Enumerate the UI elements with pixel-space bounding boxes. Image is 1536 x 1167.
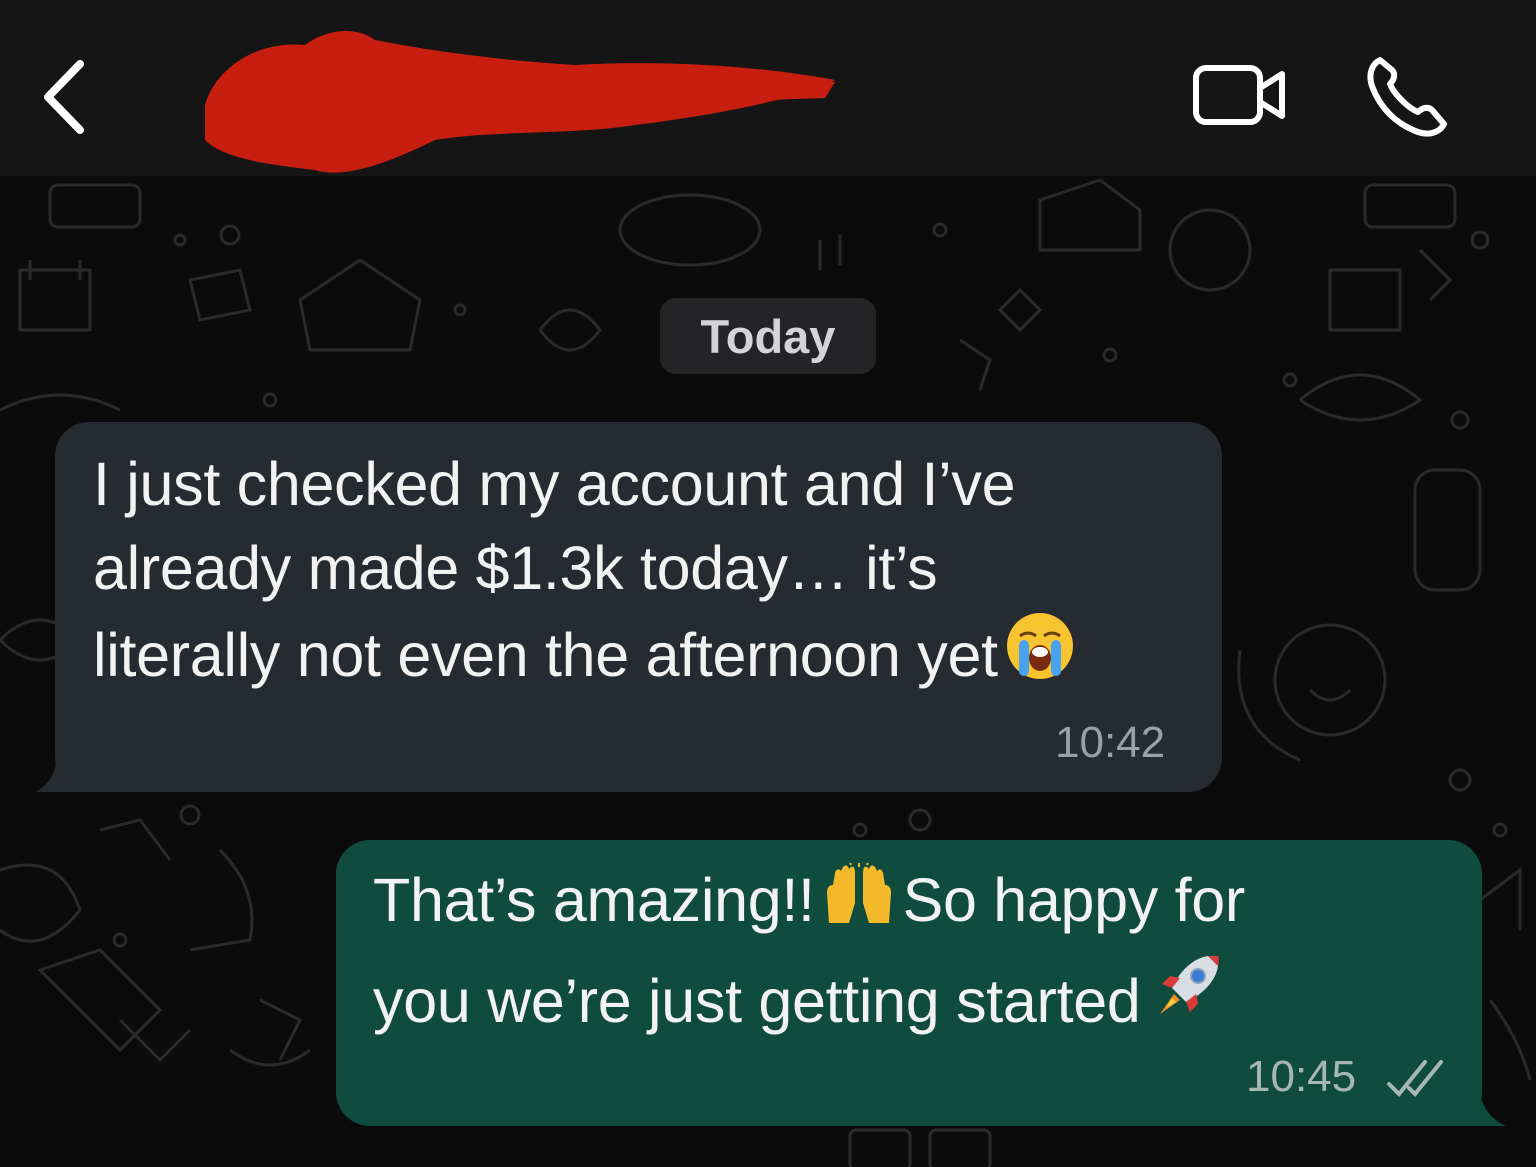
- message-line: literally not even the afternoon yet: [93, 621, 998, 689]
- chevron-left-icon[interactable]: [30, 52, 100, 142]
- message-text-part: you we’re just getting started: [373, 967, 1141, 1035]
- chat-header: [0, 0, 1536, 176]
- date-separator: Today: [660, 298, 876, 374]
- message-line: I just checked my account and I’ve: [93, 450, 1016, 518]
- rocket-emoji: [1146, 948, 1226, 1049]
- incoming-message-text: I just checked my account and I’ve alrea…: [93, 442, 1203, 703]
- message-text-part: So happy for: [902, 866, 1246, 934]
- message-timestamp: 10:42: [1055, 718, 1166, 767]
- message-line: already made $1.3k today… it’s: [93, 534, 938, 602]
- message-text-part: That’s amazing!!: [373, 866, 815, 934]
- outgoing-message-text: That’s amazing!! So happy for you we’re …: [373, 858, 1473, 1049]
- loudly-crying-face-emoji: [1004, 610, 1076, 703]
- message-timestamp: 10:45: [1246, 1052, 1357, 1101]
- double-check-icon: [1387, 1060, 1443, 1097]
- raising-hands-emoji: [821, 858, 897, 948]
- contact-name-redacted[interactable]: [195, 20, 845, 180]
- video-camera-icon[interactable]: [1190, 58, 1290, 132]
- phone-icon[interactable]: [1362, 52, 1452, 138]
